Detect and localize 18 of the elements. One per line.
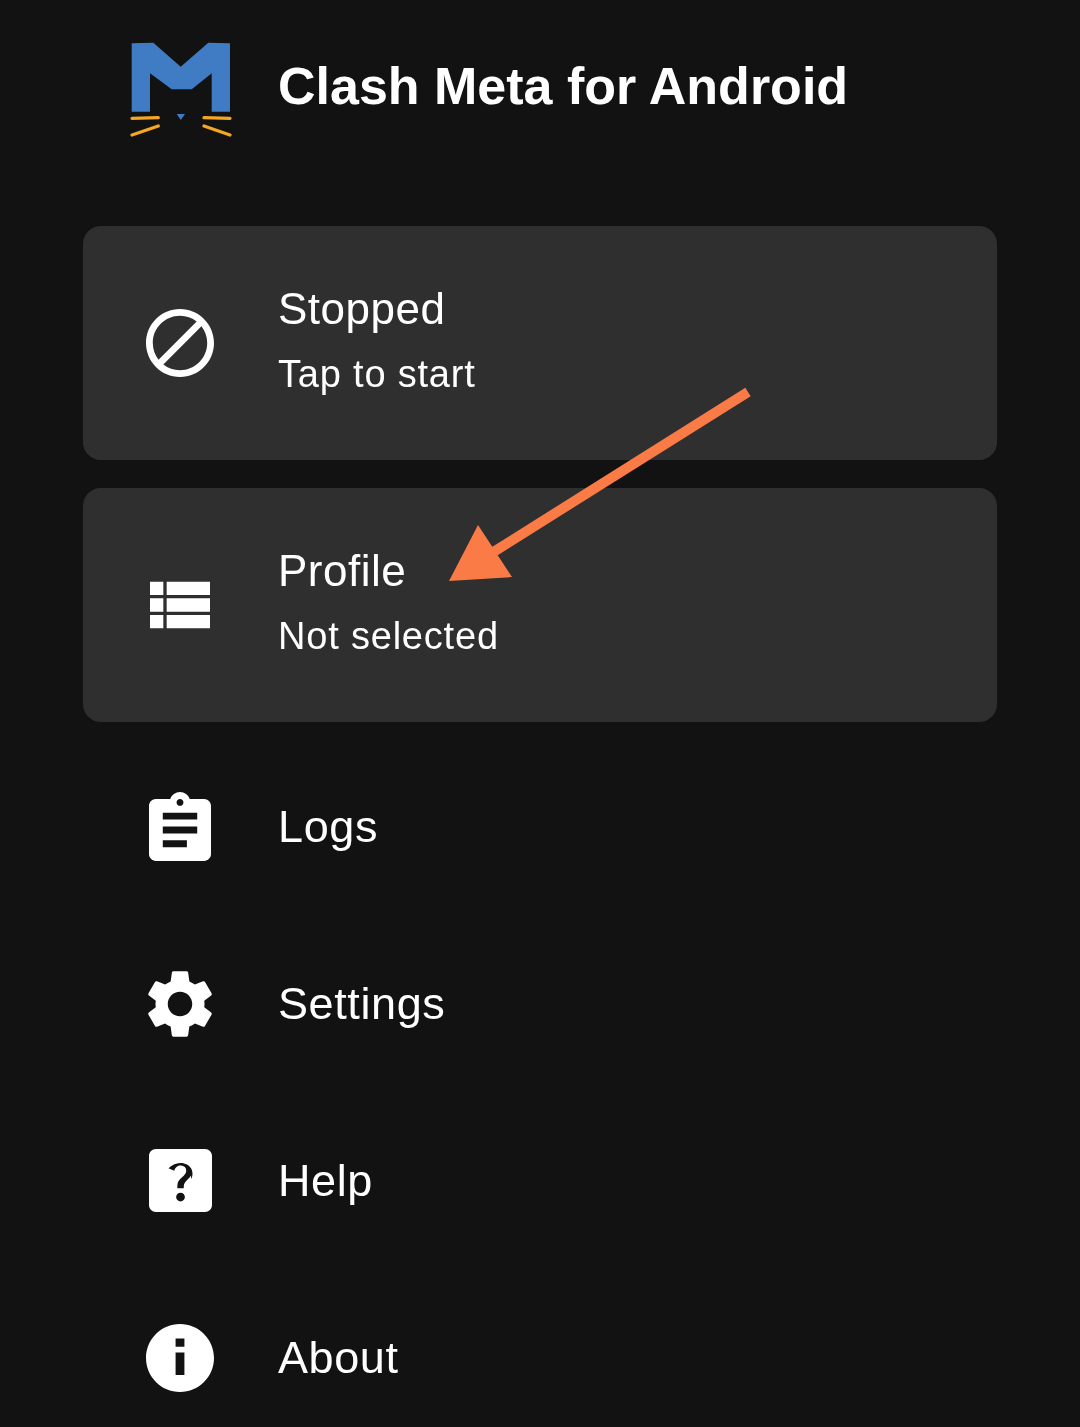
card-subtitle: Not selected: [278, 614, 499, 659]
info-icon: [146, 1323, 214, 1392]
settings-icon: [148, 969, 212, 1038]
menu-item[interactable]: Settings: [83, 915, 446, 1092]
status-card[interactable]: Stopped Tap to start: [83, 226, 997, 460]
card-title: Profile: [278, 545, 408, 597]
help-icon: [148, 1149, 212, 1212]
clipboard-icon: [149, 792, 211, 861]
card-title: Stopped: [278, 283, 447, 335]
cat-logo-icon: [130, 42, 232, 138]
list-icon: [150, 581, 210, 629]
card-subtitle: Tap to start: [278, 352, 476, 397]
app-title: Clash Meta for Android: [278, 56, 849, 116]
menu-item[interactable]: About: [83, 1269, 399, 1427]
menu-item[interactable]: Help: [83, 1092, 373, 1269]
block-icon: [146, 309, 214, 377]
menu-item[interactable]: Logs: [83, 738, 378, 915]
profile-card[interactable]: Profile Not selected: [83, 488, 997, 722]
